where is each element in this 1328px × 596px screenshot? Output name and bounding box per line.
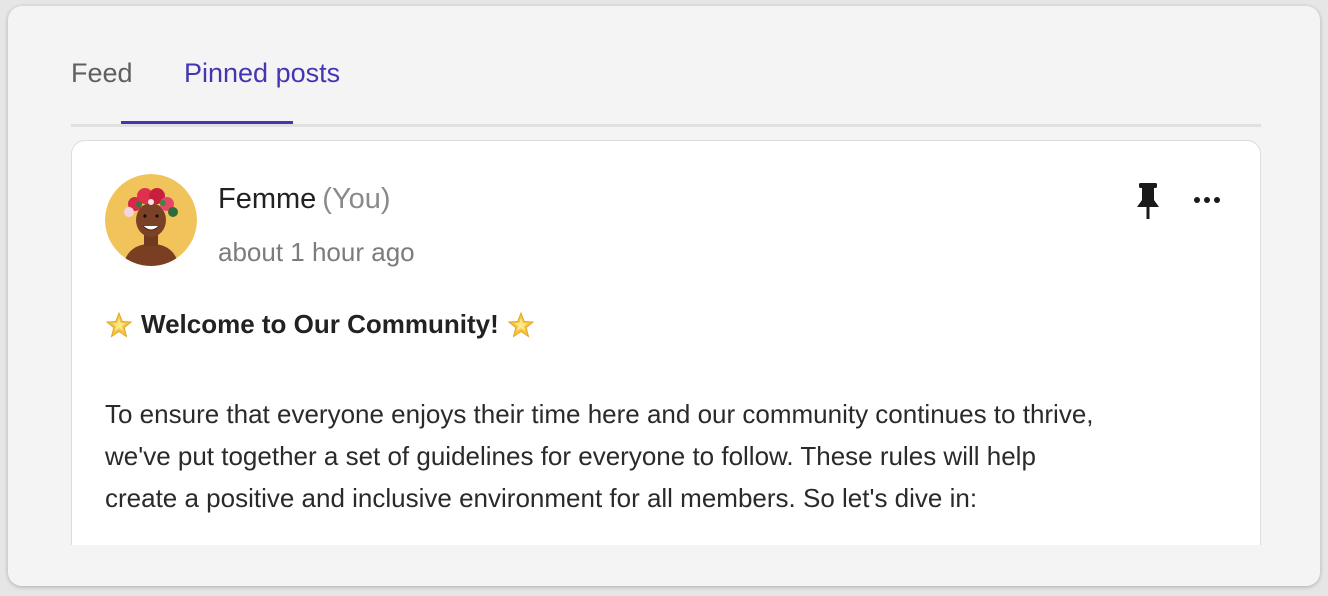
post-body-line: we've put together a set of guidelines f… — [105, 441, 1036, 471]
post-body: To ensure that everyone enjoys their tim… — [105, 393, 1235, 519]
more-options-icon[interactable] — [1190, 185, 1224, 215]
post-timestamp: about 1 hour ago — [218, 237, 415, 267]
pinned-posts-panel: Feed Pinned posts Femme (You) about 1 ho… — [8, 6, 1320, 586]
avatar[interactable] — [105, 174, 197, 266]
author-name-row: Femme (You) — [218, 183, 391, 216]
post-card: Femme (You) about 1 hour ago Welcome to … — [71, 140, 1261, 586]
avatar-image — [105, 174, 197, 266]
tab-feed[interactable]: Feed — [71, 58, 133, 89]
author-you-tag: (You) — [322, 183, 391, 215]
glowing-star-icon — [507, 311, 535, 338]
pushpin-icon[interactable] — [1134, 181, 1162, 221]
tab-bar: Feed Pinned posts — [71, 6, 1261, 127]
tab-pinned-posts[interactable]: Pinned posts — [184, 58, 340, 89]
author-name[interactable]: Femme — [218, 183, 316, 215]
panel-footer-fade — [8, 545, 1320, 586]
post-headline: Welcome to Our Community! — [105, 309, 535, 340]
post-body-line: create a positive and inclusive environm… — [105, 483, 978, 513]
post-body-line: To ensure that everyone enjoys their tim… — [105, 399, 1094, 429]
post-headline-text: Welcome to Our Community! — [141, 309, 499, 339]
active-tab-indicator — [121, 121, 293, 124]
glowing-star-icon — [105, 311, 133, 338]
